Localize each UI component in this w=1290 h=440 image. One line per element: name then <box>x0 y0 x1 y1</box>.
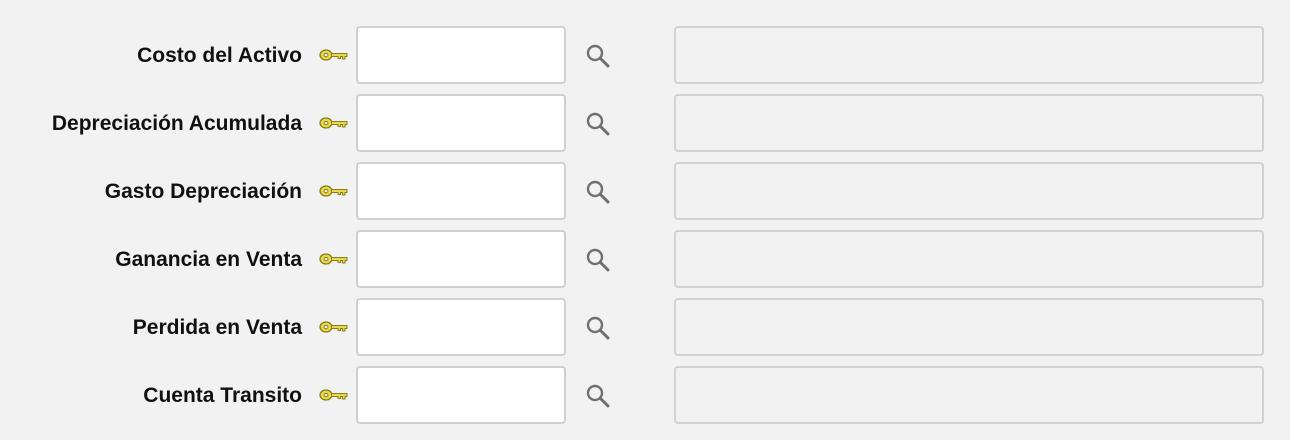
perdida-venta-description <box>674 298 1264 356</box>
gasto-depreciacion-input[interactable] <box>356 162 566 220</box>
field-row-depreciacion-acumulada: Depreciación Acumulada <box>0 94 1290 162</box>
depreciacion-acumulada-description <box>674 94 1264 152</box>
search-icon[interactable] <box>584 42 612 70</box>
field-label: Depreciación Acumulada <box>51 112 302 135</box>
search-icon[interactable] <box>584 110 612 138</box>
depreciacion-acumulada-input[interactable] <box>356 94 566 152</box>
field-row-gasto-depreciacion: Gasto Depreciación <box>0 162 1290 230</box>
search-icon[interactable] <box>584 178 612 206</box>
costo-activo-description <box>674 26 1264 84</box>
key-icon <box>319 389 348 401</box>
key-icon <box>319 117 348 129</box>
field-row-costo-activo: Costo del Activo <box>0 26 1290 94</box>
perdida-venta-input[interactable] <box>356 298 566 356</box>
costo-activo-input[interactable] <box>356 26 566 84</box>
field-label: Perdida en Venta <box>132 316 302 339</box>
ganancia-venta-input[interactable] <box>356 230 566 288</box>
account-form: Costo del Activo Depreciación Acumulada … <box>0 26 1290 434</box>
field-label: Gasto Depreciación <box>104 180 302 203</box>
key-icon <box>319 49 348 61</box>
field-label: Costo del Activo <box>137 44 302 67</box>
key-icon <box>319 185 348 197</box>
key-icon <box>319 321 348 333</box>
key-icon <box>319 253 348 265</box>
field-row-cuenta-transito: Cuenta Transito <box>0 366 1290 434</box>
cuenta-transito-description <box>674 366 1264 424</box>
ganancia-venta-description <box>674 230 1264 288</box>
field-label: Ganancia en Venta <box>115 248 302 271</box>
search-icon[interactable] <box>584 382 612 410</box>
gasto-depreciacion-description <box>674 162 1264 220</box>
search-icon[interactable] <box>584 246 612 274</box>
search-icon[interactable] <box>584 314 612 342</box>
field-row-perdida-venta: Perdida en Venta <box>0 298 1290 366</box>
field-row-ganancia-venta: Ganancia en Venta <box>0 230 1290 298</box>
field-label: Cuenta Transito <box>143 384 302 407</box>
cuenta-transito-input[interactable] <box>356 366 566 424</box>
